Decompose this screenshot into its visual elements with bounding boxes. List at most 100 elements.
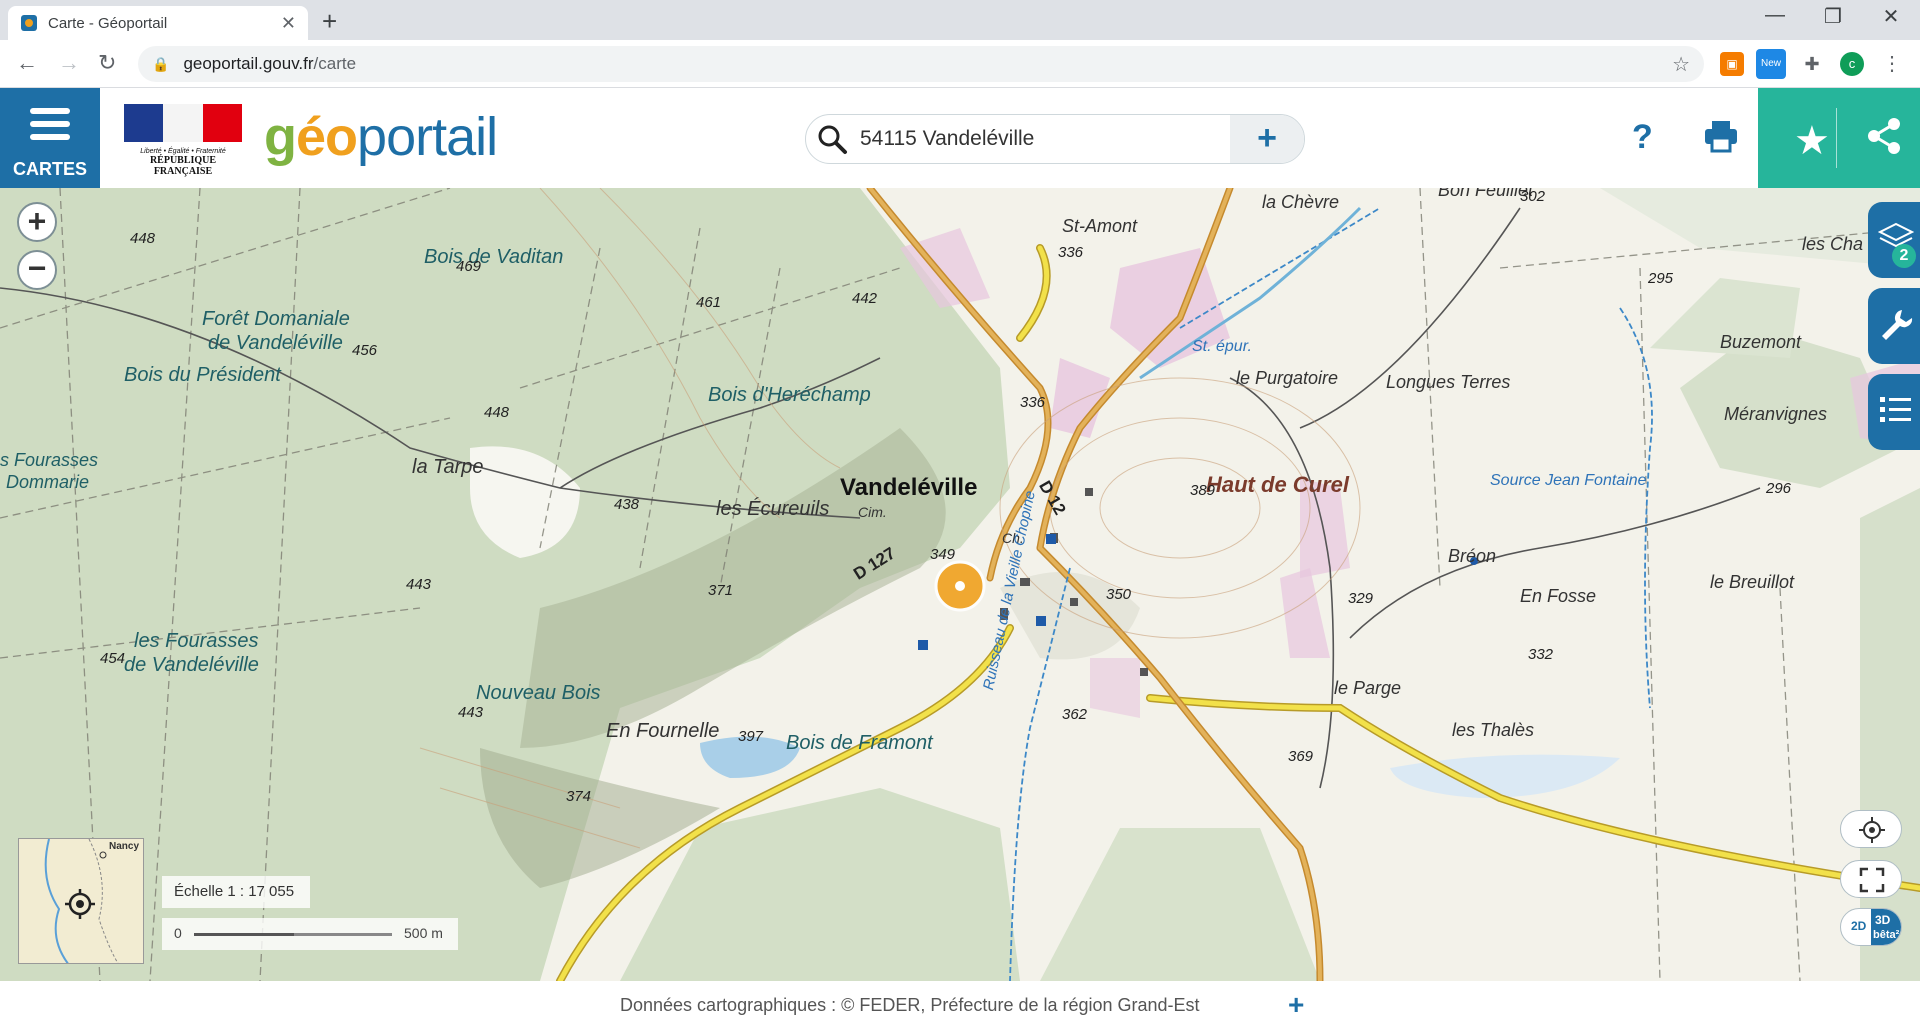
wrench-icon [1882, 310, 1913, 340]
label-bois-herechamp: Bois d'Heréchamp [708, 384, 871, 406]
label-breon: Bréon [1448, 546, 1497, 566]
share-icon[interactable] [1866, 116, 1902, 156]
label-fourasses-vandeleville: les Fourasses [134, 630, 259, 652]
browser-menu-icon[interactable]: ⋮ [1880, 52, 1904, 76]
close-window-icon[interactable]: ✕ [1868, 4, 1914, 29]
profile-avatar[interactable]: c [1840, 52, 1864, 76]
forward-icon[interactable]: → [58, 50, 80, 76]
scale-bar: 0 500 m [162, 918, 458, 950]
label-source-jean-fontaine: Source Jean Fontaine [1490, 472, 1647, 489]
label-fourasses-vandeleville-2: de Vandeléville [124, 654, 259, 676]
elevation-label: 442 [852, 290, 878, 307]
map-viewport[interactable]: Bois de Vaditan Forêt Domaniale de Vande… [0, 188, 1920, 981]
elevation-label: 461 [696, 294, 722, 311]
extension-bag-icon[interactable]: ▣ [1720, 52, 1744, 76]
elevation-label: 332 [1528, 646, 1554, 663]
2d-3d-toggle[interactable]: 2D 3D bêta² [1840, 908, 1902, 946]
lock-icon: 🔒 [152, 55, 170, 72]
elevation-label: 448 [484, 404, 510, 421]
republic-name: RÉPUBLIQUE FRANÇAISE [149, 155, 217, 177]
zoom-out-button[interactable]: − [17, 250, 57, 290]
label-nouveau-bois: Nouveau Bois [476, 682, 601, 704]
new-tab-button[interactable]: + [322, 6, 337, 37]
extension-new-icon[interactable]: New [1756, 49, 1786, 79]
elevation-label: 443 [458, 704, 484, 721]
label-dommarie: Dommarie [6, 472, 90, 492]
elevation-label: 443 [406, 576, 432, 593]
layers-button[interactable]: 2 [1868, 202, 1920, 278]
elevation-label: 296 [1766, 480, 1792, 497]
geoportail-header: CARTES Liberté • Égalité • Fraternité RÉ… [0, 88, 1920, 188]
elevation-label: 295 [1648, 270, 1674, 287]
legend-button[interactable] [1868, 374, 1920, 450]
search-input[interactable]: 54115 Vandeléville [860, 127, 1230, 151]
reload-icon[interactable]: ↻ [98, 50, 116, 76]
tricolor-flag-icon [124, 104, 242, 142]
fullscreen-icon [1859, 867, 1885, 893]
help-button[interactable]: ? [1632, 118, 1653, 157]
elevation-label: 350 [1106, 586, 1132, 603]
hamburger-icon [30, 108, 70, 147]
label-st-epur: St. épur. [1192, 338, 1252, 355]
browser-toolbar: ← → ↻ 🔒 geoportail.gouv.fr/carte ☆ ▣ New… [0, 40, 1920, 88]
search-options-plus-button[interactable]: + [1230, 115, 1304, 163]
label-les-cha: les Cha [1802, 234, 1864, 254]
overview-minimap[interactable]: Nancy [18, 838, 144, 964]
label-haut-de-curel: Haut de Curel [1206, 472, 1350, 497]
restore-icon[interactable]: ❐ [1810, 4, 1856, 29]
close-tab-icon[interactable]: ✕ [281, 13, 296, 34]
menu-label: CARTES [12, 159, 87, 179]
2d-label[interactable]: 2D [1851, 919, 1866, 933]
label-foret-domaniale-2: de Vandeléville [208, 332, 343, 354]
elevation-label: 374 [566, 788, 592, 805]
zoom-in-button[interactable]: + [17, 202, 57, 242]
label-la-tarpe: la Tarpe [412, 456, 484, 478]
elevation-label: 438 [614, 496, 640, 513]
minimap-target-icon [65, 889, 95, 919]
bookmark-star-icon[interactable]: ☆ [1672, 52, 1690, 77]
logo-portail: portail [357, 107, 498, 167]
minimap-nancy-label: Nancy [109, 841, 140, 852]
republic-motto: Liberté • Égalité • Fraternité [140, 148, 226, 155]
search-icon[interactable] [816, 123, 848, 155]
label-st-amont: St-Amont [1062, 216, 1138, 236]
fullscreen-button[interactable] [1840, 860, 1902, 898]
address-bar[interactable]: 🔒 geoportail.gouv.fr/carte ☆ [138, 46, 1704, 82]
divider [1836, 108, 1837, 168]
extensions-puzzle-icon[interactable]: ✚ [1800, 52, 1824, 76]
scale-end: 500 m [404, 925, 443, 941]
elevation-label: 349 [930, 546, 956, 563]
republique-francaise-logo[interactable]: Liberté • Égalité • Fraternité RÉPUBLIQU… [124, 104, 242, 177]
label-en-fournelle: En Fournelle [606, 720, 720, 742]
elevation-label: 329 [1348, 590, 1374, 607]
label-bon-feuillet: Bon Feuillet [1438, 188, 1534, 200]
maps-menu-button[interactable]: CARTES [0, 88, 100, 188]
tools-button[interactable] [1868, 288, 1920, 364]
favorites-star-icon[interactable]: ★ [1794, 118, 1830, 164]
label-la-chevre: la Chèvre [1262, 192, 1340, 212]
elevation-label: 369 [1288, 748, 1314, 765]
geolocate-button[interactable] [1840, 810, 1902, 848]
label-bois-president: Bois du Président [124, 364, 281, 386]
label-le-parge: le Parge [1334, 678, 1402, 698]
scale-ratio: Échelle 1 : 17 055 [162, 876, 310, 908]
attribution-expand-button[interactable]: + [1288, 989, 1304, 1021]
browser-tab-bar: Carte - Géoportail ✕ + — ❐ ✕ [0, 0, 1920, 40]
search-bar[interactable]: 54115 Vandeléville + [805, 114, 1305, 164]
topographic-map-background [0, 188, 1920, 981]
label-en-fosse: En Fosse [1520, 586, 1597, 606]
back-icon[interactable]: ← [16, 50, 38, 76]
elevation-label: 371 [708, 582, 734, 599]
geoportail-favicon-icon [21, 15, 37, 31]
attribution-text: Données cartographiques : © FEDER, Préfe… [620, 995, 1200, 1015]
scale-zero: 0 [174, 925, 182, 941]
print-icon[interactable] [1703, 118, 1739, 154]
layers-count-badge: 2 [1892, 244, 1916, 268]
browser-tab[interactable]: Carte - Géoportail ✕ [8, 6, 308, 40]
tab-title: Carte - Géoportail [48, 14, 168, 32]
minimize-icon[interactable]: — [1752, 4, 1798, 27]
geoportail-logo[interactable]: géoportail [264, 106, 498, 168]
elevation-label: 448 [130, 230, 156, 247]
label-cim: Cim. [858, 504, 887, 520]
elevation-label: 302 [1520, 188, 1546, 205]
